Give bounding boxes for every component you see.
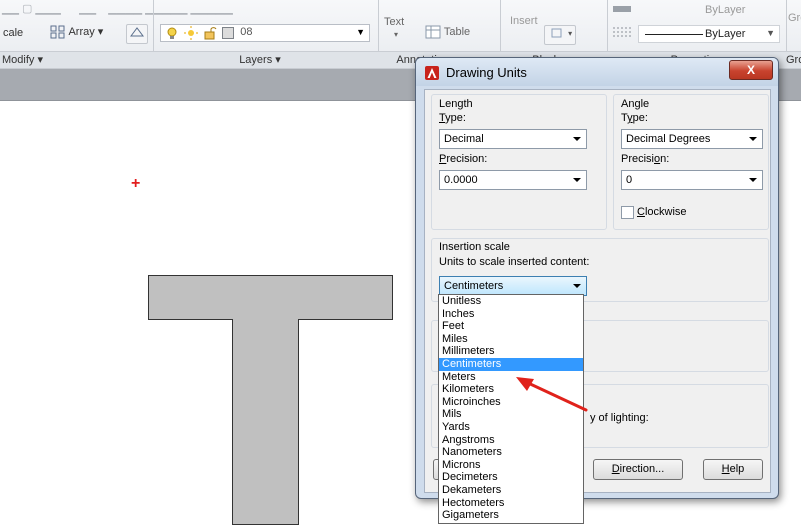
autocad-logo-icon <box>425 66 439 80</box>
dropdown-option[interactable]: Hectometers <box>439 497 583 510</box>
close-button[interactable]: X <box>729 60 773 80</box>
dropdown-option[interactable]: Dekameters <box>439 484 583 497</box>
layer-color-swatch <box>222 26 235 39</box>
color-value[interactable]: ByLayer <box>705 4 745 16</box>
chevron-down-icon <box>573 178 581 182</box>
insertion-units-dropdown-list[interactable]: Unitless Inches Feet Miles Millimeters Centim… <box>438 294 584 524</box>
angle-group-label: Angle <box>621 98 650 110</box>
chevron-down-icon <box>749 178 757 182</box>
array-label: Array <box>68 26 95 38</box>
dropdown-option[interactable]: Feet <box>439 320 583 333</box>
chevron-down-icon <box>749 137 757 141</box>
dropdown-option[interactable]: Decimeters <box>439 471 583 484</box>
dropdown-option[interactable]: Nanometers <box>439 446 583 459</box>
dialog-titlebar[interactable]: Drawing Units X <box>416 58 778 86</box>
table-label: Table <box>443 25 471 38</box>
ribbon-row1-clipped: ▁▁ ▢ ▁▁▁ ▁▁ ▁▁▁▁ ▁▁▁▁▁ ▁▁▁▁▁ <box>2 3 233 15</box>
dropdown-option[interactable]: Kilometers <box>439 383 583 396</box>
chevron-down-icon: ▾ <box>97 26 104 38</box>
linetype-sample <box>645 34 703 35</box>
angle-type-value: Decimal Degrees <box>626 133 711 145</box>
clockwise-checkbox[interactable] <box>621 206 634 219</box>
length-group-label: Length <box>439 98 473 110</box>
block-icon <box>549 26 565 40</box>
chevron-down-icon: ▼ <box>356 27 365 37</box>
insertion-units-combo[interactable]: Centimeters <box>439 276 587 296</box>
panel-layers[interactable]: Layers ▾ <box>200 52 320 68</box>
angle-type-label: Type: <box>621 112 648 124</box>
panel-modify[interactable]: Modify ▾ <box>0 52 62 68</box>
dropdown-option[interactable]: Millimeters <box>439 345 583 358</box>
length-type-value: Decimal <box>444 133 484 145</box>
table-icon <box>425 25 441 39</box>
length-type-combo[interactable]: Decimal <box>439 129 587 149</box>
group-tool-label[interactable]: Gro <box>788 12 801 24</box>
dropdown-option[interactable]: Mils <box>439 408 583 421</box>
color-swatch-icon <box>613 6 631 12</box>
angle-precision-combo[interactable]: 0 <box>621 170 763 190</box>
dropdown-option[interactable]: Meters <box>439 371 583 384</box>
crosshair-cursor: + <box>131 175 141 192</box>
clockwise-label[interactable]: Clockwise <box>637 206 687 218</box>
table-tool[interactable]: Table <box>425 25 470 39</box>
chevron-down-icon: ▼ <box>766 28 775 38</box>
dropdown-option[interactable]: Unitless <box>439 295 583 308</box>
panel-groups-clipped[interactable]: Gro <box>786 52 801 68</box>
chevron-down-icon <box>573 137 581 141</box>
insertion-units-value: Centimeters <box>444 280 504 292</box>
stretch-icon <box>129 25 145 39</box>
length-precision-combo[interactable]: 0.0000 <box>439 170 587 190</box>
dropdown-option[interactable]: Gigameters <box>439 509 583 522</box>
linetype-value: ByLayer <box>705 28 746 40</box>
modify-extra-button[interactable] <box>126 24 148 44</box>
length-type-label: Type: <box>439 112 466 124</box>
dropdown-option[interactable]: Yards <box>439 421 583 434</box>
help-button[interactable]: Help <box>703 459 763 480</box>
angle-type-combo[interactable]: Decimal Degrees <box>621 129 763 149</box>
angle-precision-value: 0 <box>626 174 633 186</box>
dropdown-option[interactable]: Angstroms <box>439 434 583 447</box>
dropdown-option[interactable]: Centimeters <box>439 357 583 371</box>
layer-combo[interactable]: 08 ▼ <box>160 24 370 42</box>
dropdown-option[interactable]: Microinches <box>439 396 583 409</box>
angle-precision-label: Precision: <box>621 153 670 165</box>
chevron-down-icon: ▾ <box>568 28 573 38</box>
text-tool-label[interactable]: Text <box>384 16 404 28</box>
dialog-title: Drawing Units <box>446 65 527 80</box>
unlock-icon <box>203 26 219 40</box>
array-icon <box>50 25 66 39</box>
chevron-down-icon <box>573 284 581 288</box>
chevron-down-icon: ▾ <box>394 30 399 39</box>
length-precision-value: 0.0000 <box>444 174 478 186</box>
lightbulb-icon <box>165 26 181 40</box>
block-edit-button[interactable]: ▾ <box>544 25 576 45</box>
linetype-combo[interactable]: ByLayer ▼ <box>638 25 780 43</box>
units-to-scale-label: Units to scale inserted content: <box>439 256 590 268</box>
insert-tool-label[interactable]: Insert <box>510 15 538 27</box>
t-shape-drawing <box>148 275 393 525</box>
layer-value: 08 <box>240 26 253 39</box>
length-precision-label: Precision: <box>439 153 488 165</box>
scale-tool-label[interactable]: cale <box>3 27 23 39</box>
insertion-scale-label: Insertion scale <box>439 241 510 253</box>
linetype-icon <box>613 25 631 39</box>
dropdown-option[interactable]: Miles <box>439 333 583 346</box>
dropdown-option[interactable]: Microns <box>439 459 583 472</box>
sun-icon <box>184 25 200 40</box>
dropdown-option[interactable]: Inches <box>439 308 583 321</box>
array-tool[interactable]: Array ▾ <box>50 25 103 39</box>
direction-button[interactable]: Direction... <box>593 459 683 480</box>
lighting-label-partial: y of lighting: <box>590 412 649 424</box>
